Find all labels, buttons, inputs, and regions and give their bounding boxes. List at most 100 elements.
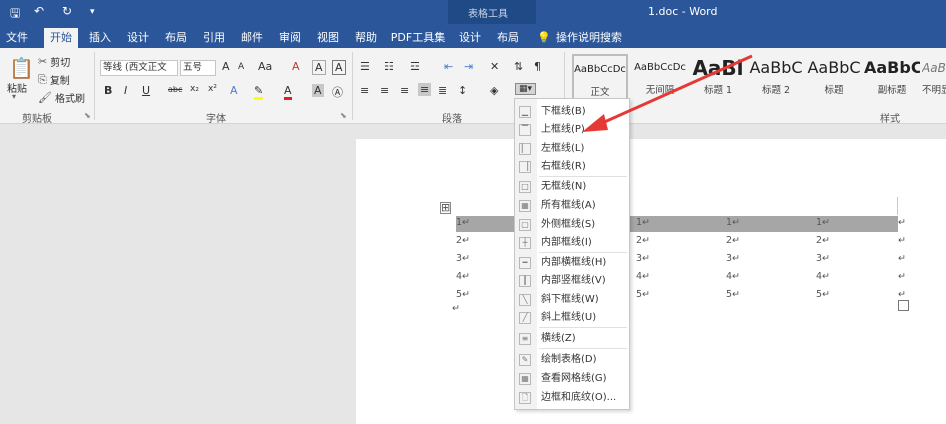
tab-mailings[interactable]: 邮件 bbox=[236, 28, 268, 48]
table-cell[interactable]: 2↵ bbox=[726, 235, 740, 246]
menu-item-right-border[interactable]: ▕ 右框线(R) bbox=[515, 158, 629, 176]
sort-icon[interactable]: ⇅ bbox=[514, 60, 523, 73]
font-launcher-icon[interactable]: ⬊ bbox=[340, 111, 347, 120]
borders-button[interactable]: ▦▾ bbox=[515, 83, 537, 95]
format-painter-button[interactable]: 🖌 格式刷 bbox=[38, 90, 85, 105]
table-cell[interactable]: 4↵ bbox=[816, 271, 830, 282]
copy-button[interactable]: ⎘ 复制 bbox=[38, 72, 70, 88]
paste-icon[interactable]: 📋 bbox=[9, 56, 34, 80]
table-resize-handle[interactable] bbox=[898, 300, 909, 311]
decrease-indent-icon[interactable]: ⇤ bbox=[444, 60, 453, 73]
align-center-icon[interactable]: ≡ bbox=[380, 84, 389, 97]
menu-item-draw-table[interactable]: ✎ 绘制表格(D) bbox=[515, 351, 629, 369]
table-cell[interactable]: 4↵ bbox=[636, 271, 650, 282]
increase-indent-icon[interactable]: ⇥ bbox=[464, 60, 473, 73]
chinese-layout-icon[interactable]: ✕ bbox=[490, 60, 499, 73]
tab-design[interactable]: 设计 bbox=[122, 28, 154, 48]
text-effects-icon[interactable]: A bbox=[230, 84, 238, 97]
justify-icon[interactable]: ≡ bbox=[418, 83, 432, 96]
style-heading-1[interactable]: AaBl 标题 1 bbox=[690, 54, 746, 102]
menu-item-bottom-border[interactable]: ▁ 下框线(B) bbox=[515, 103, 629, 121]
superscript-button[interactable]: x² bbox=[208, 84, 217, 94]
table-cell[interactable]: 2↵ bbox=[636, 235, 650, 246]
style-title[interactable]: AaBbC 标题 bbox=[806, 54, 862, 102]
tab-home[interactable]: 开始 bbox=[44, 28, 78, 48]
font-size-combo[interactable]: 五号 bbox=[180, 60, 216, 76]
char-border-a-icon[interactable]: Ⓐ bbox=[332, 84, 343, 100]
document-canvas[interactable]: ⊞ 1↵ 1↵ 1↵ 1↵ ↵ 2↵ 2↵ 2↵ 2↵ ↵ 3↵ 3↵ 3↵ 3↵ ↵ 4↵ 4↵ 4↵ 4↵ ↵ 5↵… bbox=[0, 125, 946, 424]
table-cell[interactable]: 1↵ bbox=[726, 217, 740, 228]
clear-formatting-icon[interactable]: A bbox=[292, 60, 300, 73]
tab-insert[interactable]: 插入 bbox=[84, 28, 116, 48]
menu-item-top-border[interactable]: ▔ 上框线(P) bbox=[515, 121, 629, 139]
table-cell[interactable]: 4↵ bbox=[456, 271, 470, 282]
style-heading-2[interactable]: AaBbC 标题 2 bbox=[748, 54, 804, 102]
tell-me-search[interactable]: 操作说明搜索 bbox=[556, 28, 626, 48]
style-normal[interactable]: AaBbCcDc 正文 bbox=[572, 54, 628, 102]
tab-table-design[interactable]: 设计 bbox=[454, 28, 486, 48]
table-cell[interactable]: 2↵ bbox=[456, 235, 470, 246]
cut-button[interactable]: ✂ 剪切 bbox=[38, 54, 70, 69]
enclosed-char-icon[interactable]: A bbox=[332, 60, 346, 75]
subscript-button[interactable]: x₂ bbox=[190, 84, 199, 94]
menu-item-no-border[interactable]: □ 无框线(N) bbox=[515, 178, 629, 196]
grow-font-icon[interactable]: A bbox=[222, 60, 230, 73]
table-move-handle-icon[interactable]: ⊞ bbox=[440, 202, 452, 214]
menu-item-all-borders[interactable]: ▦ 所有框线(A) bbox=[515, 197, 629, 215]
redo-icon[interactable]: ↻ bbox=[62, 4, 72, 18]
underline-button[interactable]: U bbox=[142, 84, 150, 97]
numbering-icon[interactable]: ☷ bbox=[384, 60, 394, 73]
font-color-icon[interactable]: A bbox=[284, 84, 292, 100]
menu-item-inside-vertical-border[interactable]: ┃ 内部竖框线(V) bbox=[515, 272, 629, 290]
table-cell[interactable]: 5↵ bbox=[636, 289, 650, 300]
table-cell[interactable]: 3↵ bbox=[636, 253, 650, 264]
italic-button[interactable]: I bbox=[124, 84, 127, 97]
style-no-spacing[interactable]: AaBbCcDc 无间隔 bbox=[632, 54, 688, 102]
document-page[interactable]: ⊞ 1↵ 1↵ 1↵ 1↵ ↵ 2↵ 2↵ 2↵ 2↵ ↵ 3↵ 3↵ 3↵ 3↵ ↵ 4↵ 4↵ 4↵ 4↵ ↵ 5↵… bbox=[356, 139, 946, 424]
style-subtitle[interactable]: AaBbC 副标题 bbox=[864, 54, 920, 102]
char-shading-icon[interactable]: A bbox=[312, 84, 324, 97]
table-cell[interactable]: 3↵ bbox=[816, 253, 830, 264]
show-marks-icon[interactable]: ¶ bbox=[534, 60, 541, 73]
menu-item-borders-shading[interactable]: 🗋 边框和底纹(O)... bbox=[515, 389, 629, 407]
char-border-icon[interactable]: A bbox=[312, 60, 326, 75]
tab-view[interactable]: 视图 bbox=[312, 28, 344, 48]
table-cell[interactable]: 4↵ bbox=[726, 271, 740, 282]
table-cell[interactable]: 1↵ bbox=[636, 217, 650, 228]
menu-item-diagonal-up-border[interactable]: ╱ 斜上框线(U) bbox=[515, 309, 629, 327]
font-name-combo[interactable]: 等线 (西文正文 bbox=[100, 60, 178, 76]
line-spacing-icon[interactable]: ↕ bbox=[458, 84, 467, 97]
table-cell[interactable]: 5↵ bbox=[816, 289, 830, 300]
paste-button[interactable]: 粘贴 bbox=[7, 80, 27, 95]
menu-item-diagonal-down-border[interactable]: ╲ 斜下框线(W) bbox=[515, 291, 629, 309]
table-cell[interactable]: 1↵ bbox=[816, 217, 830, 228]
table-cell[interactable]: 5↵ bbox=[456, 289, 470, 300]
tab-file[interactable]: 文件 bbox=[0, 28, 34, 48]
align-right-icon[interactable]: ≡ bbox=[400, 84, 409, 97]
change-case-button[interactable]: Aa bbox=[258, 60, 272, 73]
multilevel-list-icon[interactable]: ☲ bbox=[410, 60, 420, 73]
undo-icon[interactable]: ↶ bbox=[34, 4, 44, 18]
paste-dropdown-icon[interactable]: ▾ bbox=[12, 92, 16, 101]
menu-item-left-border[interactable]: ▏ 左框线(L) bbox=[515, 140, 629, 158]
shrink-font-icon[interactable]: A bbox=[238, 62, 244, 72]
style-subtle-emphasis[interactable]: AaBl 不明显 bbox=[922, 54, 946, 102]
highlight-icon[interactable]: ✎ bbox=[254, 84, 264, 100]
tab-table-layout[interactable]: 布局 bbox=[492, 28, 524, 48]
customize-qat-icon[interactable]: ▾ bbox=[90, 7, 95, 17]
distributed-icon[interactable]: ≣ bbox=[438, 84, 447, 97]
align-left-icon[interactable]: ≡ bbox=[360, 84, 369, 97]
table-cell[interactable]: 3↵ bbox=[726, 253, 740, 264]
strikethrough-button[interactable]: abc bbox=[168, 85, 182, 94]
bullets-icon[interactable]: ☰ bbox=[360, 60, 370, 73]
table-cell[interactable]: 3↵ bbox=[456, 253, 470, 264]
menu-item-inside-horizontal-border[interactable]: ━ 内部横框线(H) bbox=[515, 254, 629, 272]
shading-icon[interactable]: ◈ bbox=[490, 84, 498, 97]
tab-layout[interactable]: 布局 bbox=[160, 28, 192, 48]
tab-help[interactable]: 帮助 bbox=[350, 28, 382, 48]
table-cell[interactable]: 1↵ bbox=[456, 217, 470, 228]
menu-item-inside-borders[interactable]: ┼ 内部框线(I) bbox=[515, 234, 629, 252]
tab-references[interactable]: 引用 bbox=[198, 28, 230, 48]
save-icon[interactable]: 🖫 bbox=[10, 4, 20, 25]
table-cell[interactable]: 2↵ bbox=[816, 235, 830, 246]
